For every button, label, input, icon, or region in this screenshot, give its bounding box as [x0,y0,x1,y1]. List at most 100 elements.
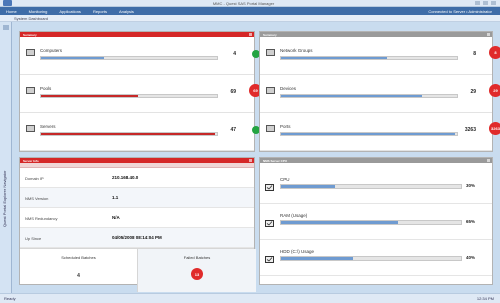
stat-row[interactable]: Devices 29 29 [260,75,500,113]
stat-label: Ports [280,124,291,129]
info-row: NMS Redundancy N/A [20,208,254,228]
stat-progress-bar [280,132,458,136]
disk-icon [265,256,274,263]
status-alert-badge[interactable]: 3263 [489,122,500,135]
stat-value: 3263 [464,127,476,133]
info-row: Up Since 04/05/2008 08:14:04 PM [20,228,254,248]
status-alert-badge[interactable]: 8 [489,46,500,59]
panel-header: NMS Server CPU [260,158,492,163]
failed-batches-label: Failed Batches [183,255,211,260]
perf-progress-fill [281,185,335,188]
breadcrumb[interactable]: System Dashboard [0,16,48,21]
panel-title: Summary [263,32,277,37]
stat-progress-fill [41,95,138,97]
perf-progress-fill [281,257,353,260]
stat-row[interactable]: Network Groups 8 8 [260,37,500,75]
stat-progress-fill [41,133,216,135]
stat-row[interactable]: Computers 4 [20,37,260,75]
info-key: Domain IP [25,176,44,181]
menu-item-reports[interactable]: Reports [87,9,113,14]
network-icon [266,49,275,56]
stat-row[interactable]: Ports 3263 3263 [260,113,500,151]
status-text: Ready [4,296,16,301]
stat-label: Servers [40,124,56,129]
menu-item-home[interactable]: Home [0,9,23,14]
app-logo [3,0,12,6]
panel-header: Server Info [20,158,254,163]
perf-row[interactable]: RAM (Usage) 65% [260,206,492,240]
devices-icon [266,87,275,94]
computer-icon [26,49,35,56]
stat-progress-fill [281,57,387,59]
perf-label: HDD (C:\) Usage [280,249,315,254]
failed-batches-badge: 13 [191,268,203,280]
title-bar: MMC - Quest SAS Portal Manager [0,0,500,7]
toolbar: System Dashboard [0,15,500,22]
menu-item-applications[interactable]: Applications [53,9,87,14]
stat-label: Pools [40,86,52,91]
sidebar-collapse-button[interactable] [3,25,9,30]
window-controls [475,1,496,5]
stat-progress-bar [40,132,218,136]
pool-icon [26,87,35,94]
stat-value: 47 [230,127,236,133]
stat-value: 4 [233,51,236,57]
ram-icon [265,220,274,227]
stat-progress-bar [280,94,458,98]
stat-progress-fill [41,57,105,59]
perf-label: RAM (Usage) [280,213,308,218]
info-key: Up Since [25,236,42,241]
stat-progress-bar [40,94,218,98]
stat-progress-fill [281,133,456,135]
perf-progress-bar [280,256,462,261]
perf-row[interactable]: CPU 30% [260,170,492,204]
minimize-button[interactable] [475,1,480,5]
perf-progress-bar [280,184,462,189]
stat-progress-bar [40,56,218,60]
stat-progress-bar [280,56,458,60]
ports-icon [266,125,275,132]
perf-percent: 40% [466,255,476,260]
panel-close-icon[interactable] [249,159,252,162]
info-key: NMS Version [25,196,49,201]
server-icon [26,125,35,132]
menu-item-monitoring[interactable]: Monitoring [23,9,54,14]
menu-item-analysis[interactable]: Analysis [113,9,140,14]
panel-close-icon[interactable] [249,33,252,36]
panel-title: Summary [23,32,37,37]
menu-bar: Home Monitoring Applications Reports Ana… [0,7,500,15]
info-value: 1.1 [112,195,119,200]
stat-label: Devices [280,86,297,91]
stat-value: 29 [470,89,476,95]
performance-panel: NMS Server CPU CPU 30% RAM (Usage) 65% HDD (… [259,157,493,285]
info-key: NMS Redundancy [25,216,58,221]
window-title: MMC - Quest SAS Portal Manager [212,0,275,6]
scheduled-batches[interactable]: Scheduled Batches 4 [20,249,138,292]
close-button[interactable] [491,1,496,5]
stat-row[interactable]: Servers 47 [20,113,260,151]
panel-close-icon[interactable] [487,159,490,162]
panel-title: NMS Server CPU [263,158,288,163]
status-alert-badge[interactable]: 29 [489,84,500,97]
summary-panel-left: Summary Computers 4 Pools 69 69 Servers 47 [19,31,262,152]
perf-progress-bar [280,220,462,225]
stat-progress-fill [281,95,422,97]
perf-percent: 30% [466,183,476,188]
cpu-icon [265,184,274,191]
summary-panel-right: Summary Network Groups 8 8 Devices 29 29 Ports… [259,31,500,152]
status-bar: Ready 12:34 PM [0,293,500,303]
failed-batches[interactable]: Failed Batches 13 [138,249,256,292]
sidebar: Quest Portal Explorer Navigator [0,22,12,293]
panel-title: Server Info [23,158,39,163]
panel-close-icon[interactable] [487,33,490,36]
info-row: NMS Version 1.1 [20,188,254,208]
stat-row[interactable]: Pools 69 69 [20,75,262,113]
perf-row[interactable]: HDD (C:\) Usage 40% [260,242,492,276]
maximize-button[interactable] [483,1,488,5]
perf-percent: 65% [466,219,476,224]
connection-status: Connected to Server • Administrator [428,8,492,14]
info-value: 210.168.40.0 [112,175,139,180]
stat-label: Network Groups [280,48,313,53]
sidebar-label[interactable]: Quest Portal Explorer Navigator [2,171,7,227]
info-value: N/A [112,215,120,220]
